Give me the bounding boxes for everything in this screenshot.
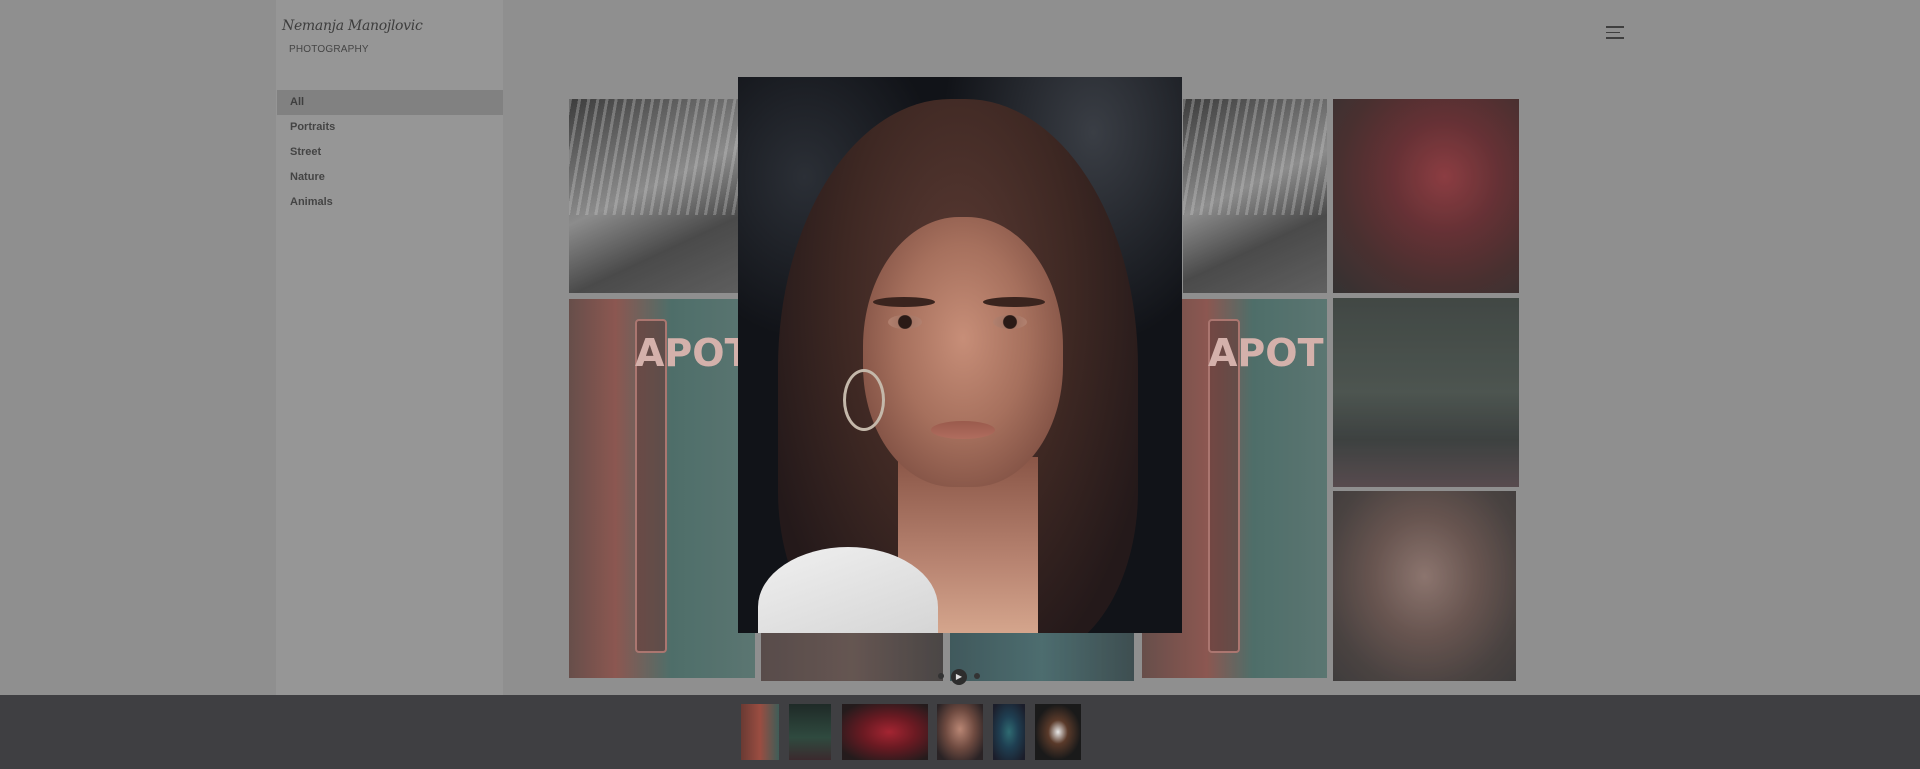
- thumbnail-portrait[interactable]: [937, 704, 983, 760]
- thumbnail-dog[interactable]: [1035, 704, 1081, 760]
- portrait-eye-left: [888, 315, 922, 329]
- portrait-brow-right: [983, 297, 1045, 307]
- lightbox-image[interactable]: [738, 77, 1182, 633]
- portrait-face: [863, 217, 1063, 487]
- play-icon[interactable]: ▶: [951, 669, 967, 685]
- thumbnail-blue-flowers[interactable]: [993, 704, 1025, 760]
- slideshow-controls: ▶: [934, 669, 986, 685]
- next-dot-icon[interactable]: [974, 673, 980, 679]
- portrait-eye-right: [993, 315, 1027, 329]
- thumbnail-apotek[interactable]: [741, 704, 779, 760]
- portrait-lips: [931, 421, 995, 439]
- thumbnail-night-street[interactable]: [789, 704, 831, 760]
- thumbnail-rose[interactable]: [842, 704, 928, 760]
- portrait-earring: [843, 369, 885, 431]
- portrait-brow-left: [873, 297, 935, 307]
- prev-dot-icon[interactable]: [938, 673, 944, 679]
